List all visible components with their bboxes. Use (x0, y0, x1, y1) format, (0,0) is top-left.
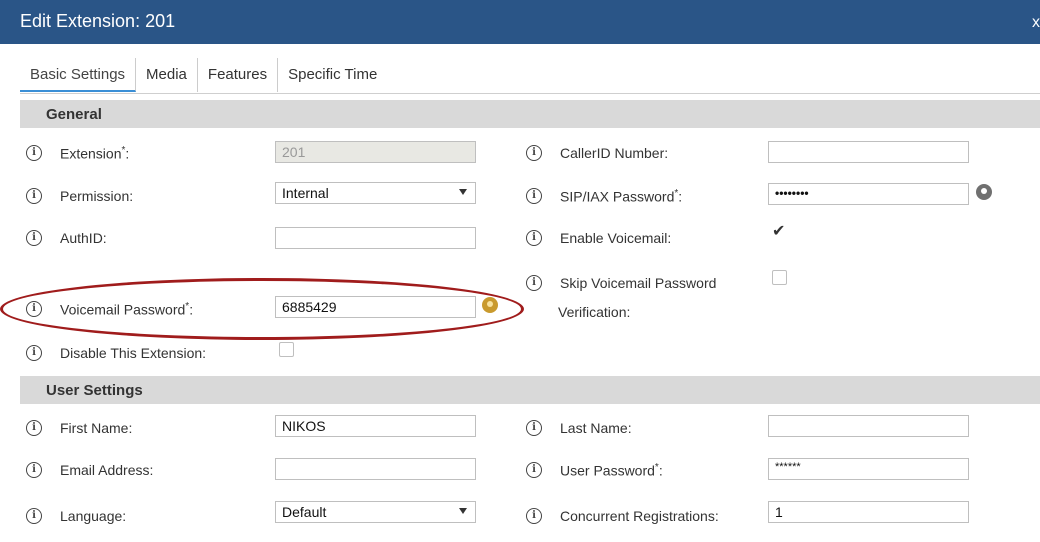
email-label: Email Address: (60, 462, 154, 478)
dialog-titlebar: Edit Extension: 201 x (0, 0, 1040, 44)
info-icon[interactable]: i (526, 230, 542, 246)
row-extension: i Extension*: (26, 140, 129, 166)
lightbulb-icon[interactable] (482, 297, 498, 313)
permission-label: Permission: (60, 188, 134, 204)
tab-media[interactable]: Media (136, 58, 198, 92)
tab-features[interactable]: Features (198, 58, 279, 92)
row-disable-extension: i Disable This Extension: (26, 340, 206, 366)
user-password-field[interactable]: ****** (768, 458, 969, 480)
row-user-password: i User Password*: (526, 457, 663, 483)
language-label: Language: (60, 508, 127, 524)
info-icon[interactable]: i (526, 188, 542, 204)
row-concurrent-registrations: i Concurrent Registrations: (526, 503, 719, 529)
lightbulb-icon[interactable] (976, 184, 992, 200)
last-name-field[interactable] (768, 415, 969, 437)
skip-voicemail-label-line2: Verification: (558, 304, 631, 320)
section-header-general: General (20, 100, 1040, 128)
tab-specific-time[interactable]: Specific Time (278, 58, 387, 92)
info-icon[interactable]: i (26, 508, 42, 524)
info-icon[interactable]: i (526, 145, 542, 161)
row-permission: i Permission: (26, 183, 133, 209)
tab-bar: Basic Settings Media Features Specific T… (20, 58, 387, 94)
first-name-field[interactable]: NIKOS (275, 415, 476, 437)
tab-divider (20, 93, 1040, 94)
info-icon[interactable]: i (26, 188, 42, 204)
first-name-label: First Name: (60, 420, 133, 436)
row-last-name: i Last Name: (526, 415, 632, 441)
extension-field: 201 (275, 141, 476, 163)
tab-basic-settings[interactable]: Basic Settings (20, 58, 137, 92)
info-icon[interactable]: i (26, 230, 42, 246)
row-sip-password: i SIP/IAX Password*: (526, 183, 682, 209)
close-icon[interactable]: x (1032, 14, 1040, 32)
row-language: i Language: (26, 503, 126, 529)
enable-voicemail-label: Enable Voicemail: (560, 230, 672, 246)
skip-voicemail-checkbox[interactable] (772, 270, 787, 285)
dialog-title: Edit Extension: 201 (20, 11, 176, 31)
row-skip-voicemail-2: Verification: (558, 299, 630, 325)
authid-field[interactable] (275, 227, 476, 249)
info-icon[interactable]: i (26, 462, 42, 478)
last-name-label: Last Name: (560, 420, 632, 436)
voicemail-password-label: Voicemail Password*: (60, 300, 194, 318)
disable-extension-checkbox[interactable] (279, 342, 294, 357)
row-callerid-number: i CallerID Number: (526, 140, 668, 166)
permission-value: Internal (282, 185, 329, 201)
language-select[interactable]: Default (275, 501, 476, 523)
permission-select[interactable]: Internal (275, 182, 476, 204)
chevron-down-icon (459, 189, 467, 195)
sip-password-field[interactable]: •••••••• (768, 183, 969, 205)
info-icon[interactable]: i (26, 345, 42, 361)
skip-voicemail-label-line1: Skip Voicemail Password (560, 275, 717, 291)
concurrent-registrations-label: Concurrent Registrations: (560, 508, 719, 524)
info-icon[interactable]: i (526, 275, 542, 291)
info-icon[interactable]: i (526, 420, 542, 436)
concurrent-registrations-field[interactable]: 1 (768, 501, 969, 523)
info-icon[interactable]: i (26, 145, 42, 161)
callerid-number-label: CallerID Number: (560, 145, 669, 161)
voicemail-password-field[interactable]: 6885429 (275, 296, 476, 318)
check-icon: ✔ (772, 223, 786, 240)
language-value: Default (282, 504, 327, 520)
enable-voicemail-checkbox[interactable]: ✔ (772, 223, 787, 240)
section-header-user-settings: User Settings (20, 376, 1040, 404)
disable-extension-label: Disable This Extension: (60, 345, 207, 361)
authid-label: AuthID: (60, 230, 107, 246)
row-enable-voicemail: i Enable Voicemail: (526, 225, 671, 251)
sip-password-label: SIP/IAX Password*: (560, 187, 683, 205)
info-icon[interactable]: i (26, 301, 42, 317)
extension-label: Extension*: (60, 144, 130, 162)
chevron-down-icon (459, 508, 467, 514)
row-authid: i AuthID: (26, 225, 107, 251)
row-skip-voicemail: i Skip Voicemail Password (526, 270, 716, 296)
row-voicemail-password: i Voicemail Password*: (26, 296, 193, 322)
row-first-name: i First Name: (26, 415, 132, 441)
user-password-label: User Password*: (560, 461, 663, 479)
email-field[interactable] (275, 458, 476, 480)
callerid-number-field[interactable] (768, 141, 969, 163)
row-email: i Email Address: (26, 457, 153, 483)
info-icon[interactable]: i (526, 462, 542, 478)
info-icon[interactable]: i (526, 508, 542, 524)
info-icon[interactable]: i (26, 420, 42, 436)
